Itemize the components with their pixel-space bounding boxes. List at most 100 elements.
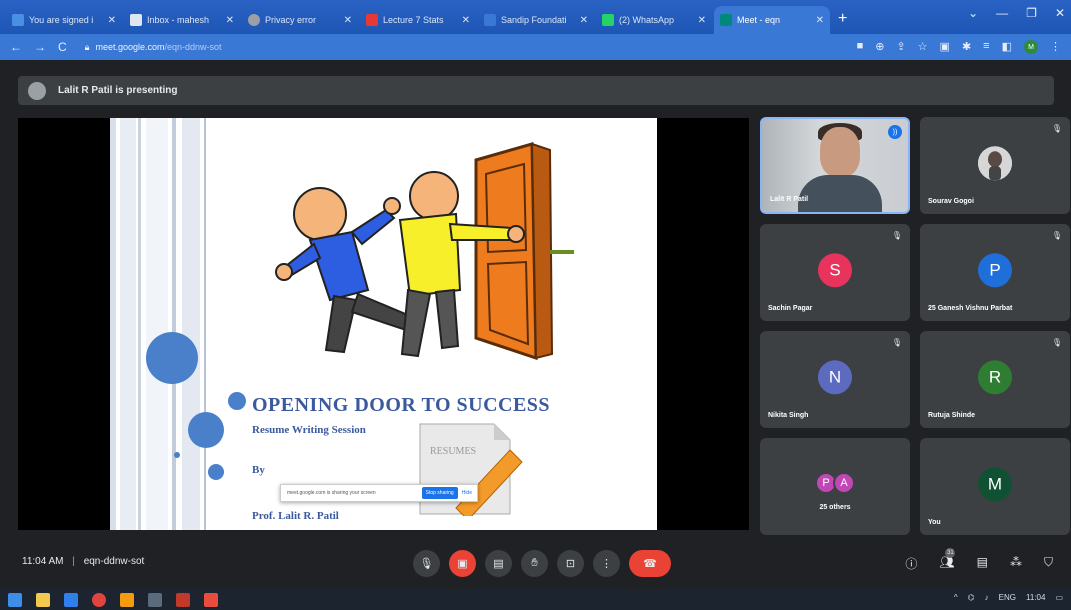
maximize-icon[interactable]: ❐ (1026, 6, 1037, 20)
app-icon[interactable] (120, 592, 134, 607)
participant-tile[interactable]: )) Lalit R Patil (760, 117, 910, 214)
reload-icon[interactable]: C (58, 40, 67, 54)
close-icon[interactable]: ✕ (462, 15, 470, 26)
tab-favicon (366, 14, 378, 26)
participant-initial-avatar: P (978, 252, 1012, 287)
camera-off-icon[interactable]: ▣ (449, 550, 476, 577)
profile-avatar[interactable]: M (1024, 40, 1038, 54)
new-tab-button[interactable]: + (838, 10, 847, 28)
people-icon[interactable]: 👥︎ 31 (939, 548, 956, 572)
bookmark-star-icon[interactable]: ☆ (918, 40, 928, 54)
mic-off-icon: 🎙︎ (1051, 231, 1062, 240)
chrome-icon[interactable] (92, 592, 106, 607)
app-icon[interactable] (204, 592, 218, 607)
browser-tab[interactable]: Sandip Foundati ✕ (478, 6, 594, 34)
browser-tab[interactable]: You are signed i ✕ (6, 6, 122, 34)
sidepanel-icon[interactable]: ◧ (1002, 40, 1012, 54)
tab-label: Privacy error (265, 15, 317, 25)
leave-call-button[interactable]: ☎︎ (629, 550, 671, 577)
presenter-avatar (28, 81, 46, 100)
close-icon[interactable]: ✕ (344, 15, 352, 26)
puzzle-icon[interactable]: ✱ (962, 40, 971, 54)
participant-name: You (928, 519, 941, 526)
close-icon[interactable]: ✕ (816, 15, 824, 26)
file-explorer-icon[interactable] (36, 592, 50, 607)
browser-tab[interactable]: Inbox - mahesh ✕ (124, 6, 240, 34)
participant-tile[interactable]: 🎙︎ R Rutuja Shinde (920, 331, 1070, 428)
share-icon[interactable]: ⇪ (896, 40, 905, 54)
meeting-code: eqn-ddnw-sot (83, 556, 145, 567)
close-icon[interactable]: ✕ (226, 15, 234, 26)
browser-tab-strip: You are signed i ✕ Inbox - mahesh ✕ Privac… (0, 0, 1071, 34)
taskbar-clock[interactable]: 11:04 (1026, 593, 1045, 602)
app-icon[interactable] (148, 592, 162, 607)
others-tile[interactable]: P A 25 others (760, 438, 910, 535)
participant-name: Sachin Pagar (768, 305, 813, 312)
back-icon[interactable]: ← (10, 40, 22, 54)
decor-circle (208, 464, 224, 480)
close-icon[interactable]: ✕ (108, 15, 116, 26)
decor-circle (188, 412, 224, 448)
participant-tile[interactable]: 🎙︎ Sourav Gogoi (920, 117, 1070, 214)
tab-label: You are signed i (29, 15, 94, 25)
side-controls: ⓘ 👥︎ 31 ▤ ⁂ ⛉ (905, 548, 1053, 572)
presenting-banner: Lalit R Patil is presenting (18, 76, 1054, 105)
network-icon[interactable]: ⌬ (968, 593, 975, 602)
tab-favicon (484, 14, 496, 26)
resumes-label: RESUMES (430, 446, 476, 457)
close-icon[interactable]: ✕ (698, 15, 706, 26)
screen-share-notice: meet.google.com is sharing your screen S… (280, 484, 478, 502)
captions-icon[interactable]: ▤ (485, 550, 512, 577)
edge-icon[interactable] (64, 592, 78, 607)
door-cartoon-illustration (275, 142, 574, 361)
browser-tab[interactable]: Privacy error ✕ (242, 6, 358, 34)
forward-icon[interactable]: → (34, 40, 46, 54)
windows-start-icon[interactable] (8, 592, 22, 607)
presenting-text: Lalit R Patil is presenting (58, 85, 178, 96)
close-window-icon[interactable]: ✕ (1055, 6, 1065, 20)
url-host: meet.google.com (95, 42, 165, 52)
address-bar[interactable]: 🔒︎ meet.google.com/eqn-ddnw-sot (85, 42, 222, 53)
raise-hand-icon[interactable]: ✋︎ (521, 550, 548, 577)
zoom-icon[interactable]: ⊕ (875, 40, 884, 54)
camera-icon[interactable]: ■ (857, 40, 864, 54)
mic-off-icon: 🎙︎ (891, 231, 902, 240)
acrobat-icon[interactable] (176, 592, 190, 607)
participant-name: Sourav Gogoi (928, 198, 974, 205)
stop-sharing-button[interactable]: Stop sharing (421, 487, 458, 499)
participant-tile[interactable]: 🎙︎ P 25 Ganesh Vishnu Parbat (920, 224, 1070, 321)
slide-stripe (182, 118, 200, 530)
browser-tab-active[interactable]: Meet - eqn ✕ (714, 6, 830, 34)
present-now-icon[interactable]: ⊡ (557, 550, 584, 577)
more-options-icon[interactable]: ⋮ (593, 550, 620, 577)
notification-icon[interactable]: ▭ (1055, 593, 1063, 602)
os-taskbar: ^ ⌬ ♪ ENG 11:04 ▭ (0, 589, 1071, 610)
browser-tab[interactable]: Lecture 7 Stats ✕ (360, 6, 476, 34)
volume-icon[interactable]: ♪ (985, 593, 989, 602)
menu-icon[interactable]: ⋮ (1050, 40, 1061, 54)
meeting-details-icon[interactable]: ⓘ (905, 555, 917, 572)
hide-button[interactable]: Hide (462, 490, 472, 496)
browser-tab[interactable]: (2) WhatsApp ✕ (596, 6, 712, 34)
people-count-badge: 31 (945, 548, 956, 558)
mic-toggle-icon[interactable]: 🎙︎ (413, 550, 440, 577)
self-tile[interactable]: M You (920, 438, 1070, 535)
close-icon[interactable]: ✕ (580, 15, 588, 26)
participant-initial-avatar: A (833, 472, 855, 494)
chat-icon[interactable]: ▤ (977, 555, 988, 572)
tray-chevron-icon[interactable]: ^ (954, 593, 958, 602)
mic-off-icon: 🎙︎ (891, 338, 902, 347)
extension-icon[interactable]: ▣ (940, 40, 950, 54)
activities-icon[interactable]: ⁂ (1010, 555, 1022, 572)
tab-search-icon[interactable]: ⌄ (968, 6, 978, 20)
decor-circle (146, 332, 198, 384)
meeting-control-bar: 11:04 AM | eqn-ddnw-sot 🎙︎ ▣ ▤ ✋︎ ⊡ ⋮ ☎︎… (0, 540, 1071, 586)
language-indicator[interactable]: ENG (999, 593, 1016, 602)
participant-tile[interactable]: 🎙︎ S Sachin Pagar (760, 224, 910, 321)
media-icon[interactable]: ≡ (983, 40, 989, 54)
mic-off-icon: 🎙︎ (1051, 124, 1062, 133)
others-count-label: 25 others (819, 504, 851, 511)
participant-tile[interactable]: 🎙︎ N Nikita Singh (760, 331, 910, 428)
minimize-icon[interactable]: — (996, 6, 1008, 20)
host-controls-icon[interactable]: ⛉ (1044, 555, 1053, 572)
